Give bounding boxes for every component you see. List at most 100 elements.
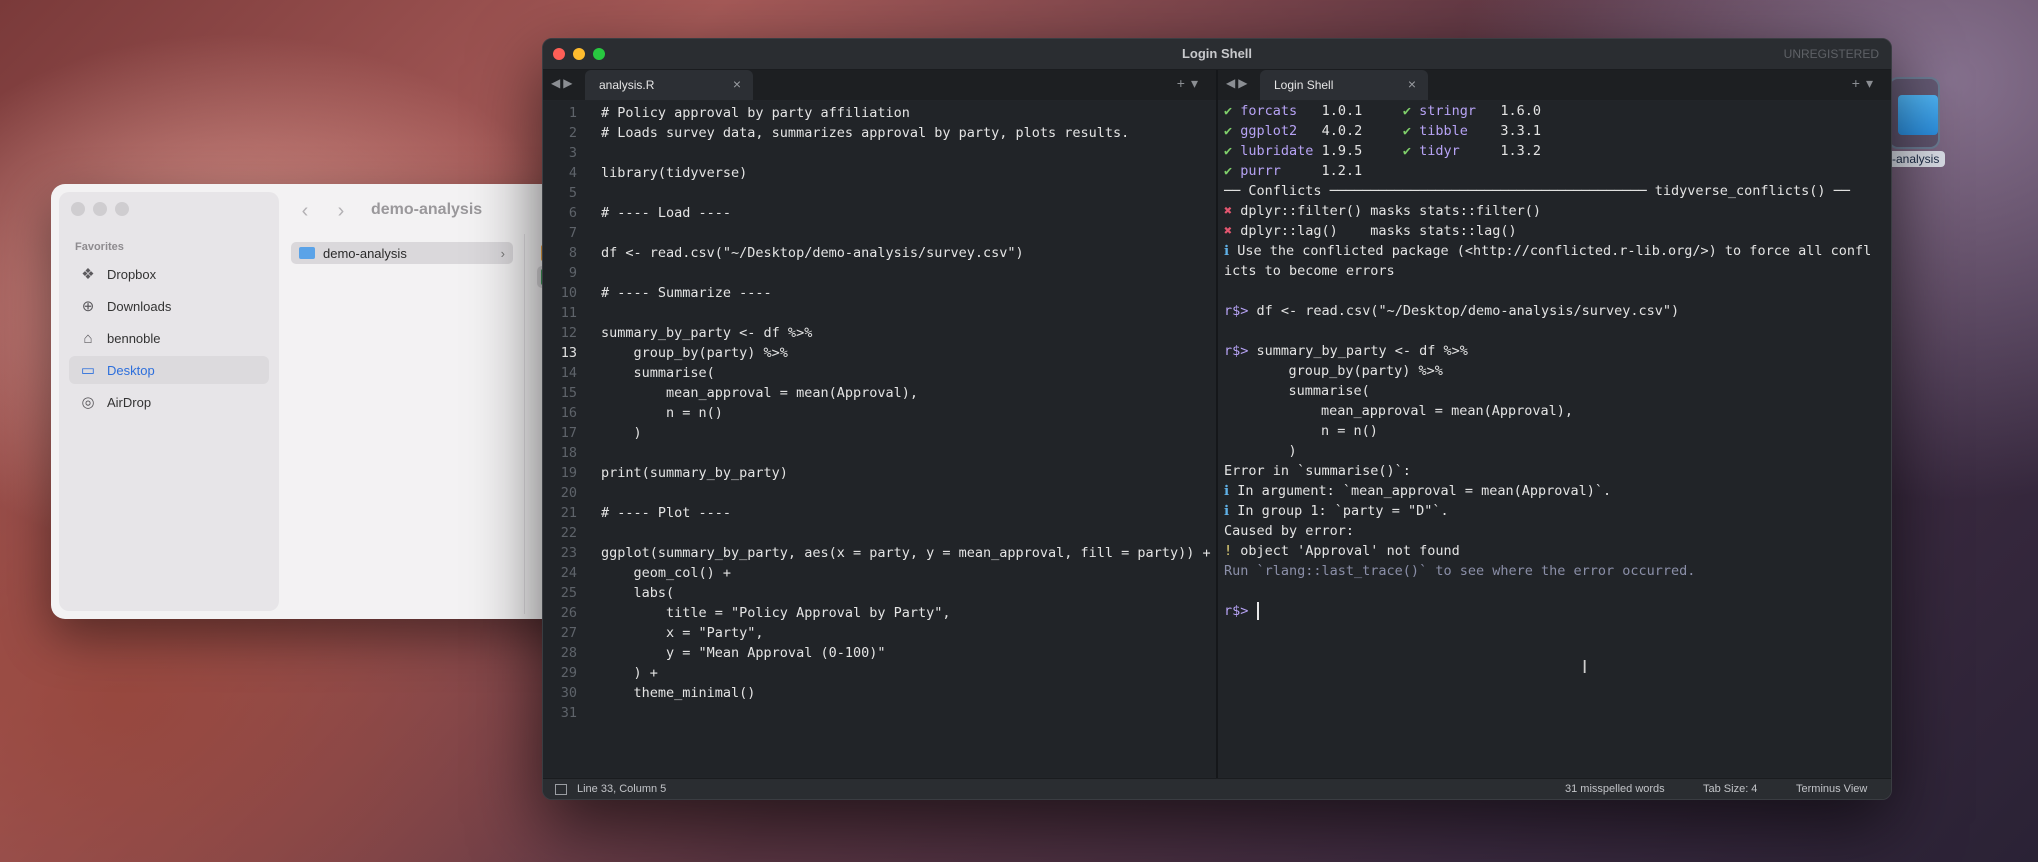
line-number: 3 [568, 145, 577, 161]
code-line: 14 summarise( [543, 363, 1216, 383]
code-text: group_by(party) %>% [601, 345, 788, 361]
right-tab-bar: ◀▶ Login Shell × +▾ [1218, 70, 1891, 100]
line-number: 26 [560, 605, 577, 621]
sidebar-item-label: Downloads [107, 298, 172, 314]
unregistered-label: UNREGISTERED [1783, 47, 1879, 61]
line-number: 29 [560, 665, 577, 681]
folder-icon [299, 247, 315, 259]
code-line: 11 [543, 303, 1216, 323]
code-text: # ---- Load ---- [601, 205, 732, 221]
code-text: x = "Party", [601, 625, 764, 641]
line-number: 11 [560, 305, 577, 321]
code-text: summarise( [601, 365, 715, 381]
line-number: 10 [560, 285, 577, 301]
cursor-position[interactable]: Line 33, Column 5 [577, 783, 666, 795]
desktop-folder-demo-analysis[interactable]: -analysis [1886, 77, 2038, 167]
new-tab-dropdown-icon[interactable]: +▾ [1852, 75, 1879, 92]
code-line: 16 n = n() [543, 403, 1216, 423]
package-row: ✔ purrr 1.2.1 [1224, 163, 1363, 179]
terminal-pane[interactable]: ✔ forcats 1.0.1 ✔ stringr 1.6.0 ✔ ggplot… [1218, 101, 1891, 777]
finder-window: Favorites ❖ Dropbox ⊕ Downloads ⌂ bennob… [51, 184, 611, 619]
line-number: 8 [568, 245, 577, 261]
close-tab-icon[interactable]: × [1408, 76, 1416, 92]
info-line-cont: icts to become errors [1224, 263, 1395, 279]
desktop-folder-label: -analysis [1886, 151, 1946, 167]
code-line: 15 mean_approval = mean(Approval), [543, 383, 1216, 403]
sidebar-item-desktop[interactable]: ▭ Desktop [69, 356, 269, 384]
syntax-selector[interactable]: Terminus View [1796, 783, 1867, 795]
line-number: 25 [560, 585, 577, 601]
line-number: 1 [568, 105, 577, 121]
tab-label: analysis.R [599, 78, 655, 92]
code-line: 7 [543, 223, 1216, 243]
close-tab-icon[interactable]: × [733, 76, 741, 92]
command-cont-line: summarise( [1256, 383, 1370, 399]
window-title: Login Shell [1181, 46, 1253, 61]
finder-nav: ‹ › [291, 198, 355, 224]
line-number: 31 [560, 705, 577, 721]
line-number: 13 [560, 345, 577, 361]
line-number: 12 [560, 325, 577, 341]
title-bar: Login Shell UNREGISTERED [543, 39, 1891, 70]
sidebar-item-downloads[interactable]: ⊕ Downloads [69, 292, 269, 320]
code-text: labs( [601, 585, 675, 601]
finder-title: demo-analysis [371, 201, 483, 218]
sidebar-item-home[interactable]: ⌂ bennoble [69, 324, 269, 352]
code-line: 18 [543, 443, 1216, 463]
finder-minimize-button[interactable] [93, 202, 107, 216]
code-editor[interactable]: 1 # Policy approval by party affiliation 2… [543, 101, 1216, 777]
column-item-demo-analysis[interactable]: demo-analysis › [291, 242, 513, 264]
tab-nav-arrows-icon[interactable]: ◀▶ [551, 76, 575, 90]
finder-close-button[interactable] [71, 202, 85, 216]
code-line: 17 ) [543, 423, 1216, 443]
conflict-line: ✖ dplyr::filter() masks stats::filter() [1224, 203, 1541, 219]
forward-button[interactable]: › [327, 198, 355, 224]
sidebar-item-airdrop[interactable]: ◎ AirDrop [69, 388, 269, 416]
text-cursor [1256, 602, 1259, 620]
code-line: 12 summary_by_party <- df %>% [543, 323, 1216, 343]
code-line: 30 theme_minimal() [543, 683, 1216, 703]
code-line: 1 # Policy approval by party affiliation [543, 103, 1216, 123]
tab-login-shell[interactable]: Login Shell × [1260, 70, 1428, 100]
finder-traffic-lights [71, 202, 129, 216]
sidebar-toggle-icon[interactable] [555, 784, 567, 795]
code-line: 3 [543, 143, 1216, 163]
desktop-icon: ▭ [80, 362, 96, 379]
sidebar-item-dropbox[interactable]: ❖ Dropbox [69, 260, 269, 288]
command-line: r$> summary_by_party <- df %>% [1224, 343, 1468, 359]
spellcheck-status[interactable]: 31 misspelled words [1565, 783, 1665, 795]
column-divider [524, 234, 525, 614]
tab-label: Login Shell [1274, 78, 1334, 92]
code-text: # ---- Summarize ---- [601, 285, 772, 301]
code-text: n = n() [601, 405, 723, 421]
command-cont-line: n = n() [1256, 423, 1378, 439]
code-line: 9 [543, 263, 1216, 283]
trace-hint-line: Run `rlang::last_trace()` to see where t… [1224, 563, 1696, 579]
folder-icon [1898, 95, 1938, 135]
code-text: theme_minimal() [601, 685, 756, 701]
code-line: 26 title = "Policy Approval by Party", [543, 603, 1216, 623]
package-row: ✔ lubridate 1.9.5 ✔ tidyr 1.3.2 [1224, 143, 1542, 159]
code-text: y = "Mean Approval (0-100)" [601, 645, 886, 661]
chevron-right-icon: › [500, 245, 505, 261]
line-number: 20 [560, 485, 577, 501]
error-line: ℹ In group 1: `party = "D"`. [1224, 503, 1449, 519]
code-line: 25 labs( [543, 583, 1216, 603]
line-number: 9 [568, 265, 577, 281]
code-text: ggplot(summary_by_party, aes(x = party, … [601, 545, 1211, 561]
tab-nav-arrows-icon[interactable]: ◀▶ [1226, 76, 1250, 90]
sidebar-item-label: AirDrop [107, 394, 152, 410]
tab-analysis-r[interactable]: analysis.R × [585, 70, 753, 100]
tab-size-selector[interactable]: Tab Size: 4 [1703, 783, 1757, 795]
package-row: ✔ forcats 1.0.1 ✔ stringr 1.6.0 [1224, 103, 1542, 119]
code-text: print(summary_by_party) [601, 465, 788, 481]
line-number: 23 [560, 545, 577, 561]
prompt-line[interactable]: r$> [1224, 601, 1259, 621]
back-button[interactable]: ‹ [291, 198, 319, 224]
sublime-window: Login Shell UNREGISTERED ◀▶ analysis.R ×… [542, 38, 1892, 800]
line-number: 7 [568, 225, 577, 241]
code-line: 2 # Loads survey data, summarizes approva… [543, 123, 1216, 143]
new-tab-dropdown-icon[interactable]: +▾ [1177, 75, 1204, 92]
code-line: 5 [543, 183, 1216, 203]
finder-zoom-button[interactable] [115, 202, 129, 216]
